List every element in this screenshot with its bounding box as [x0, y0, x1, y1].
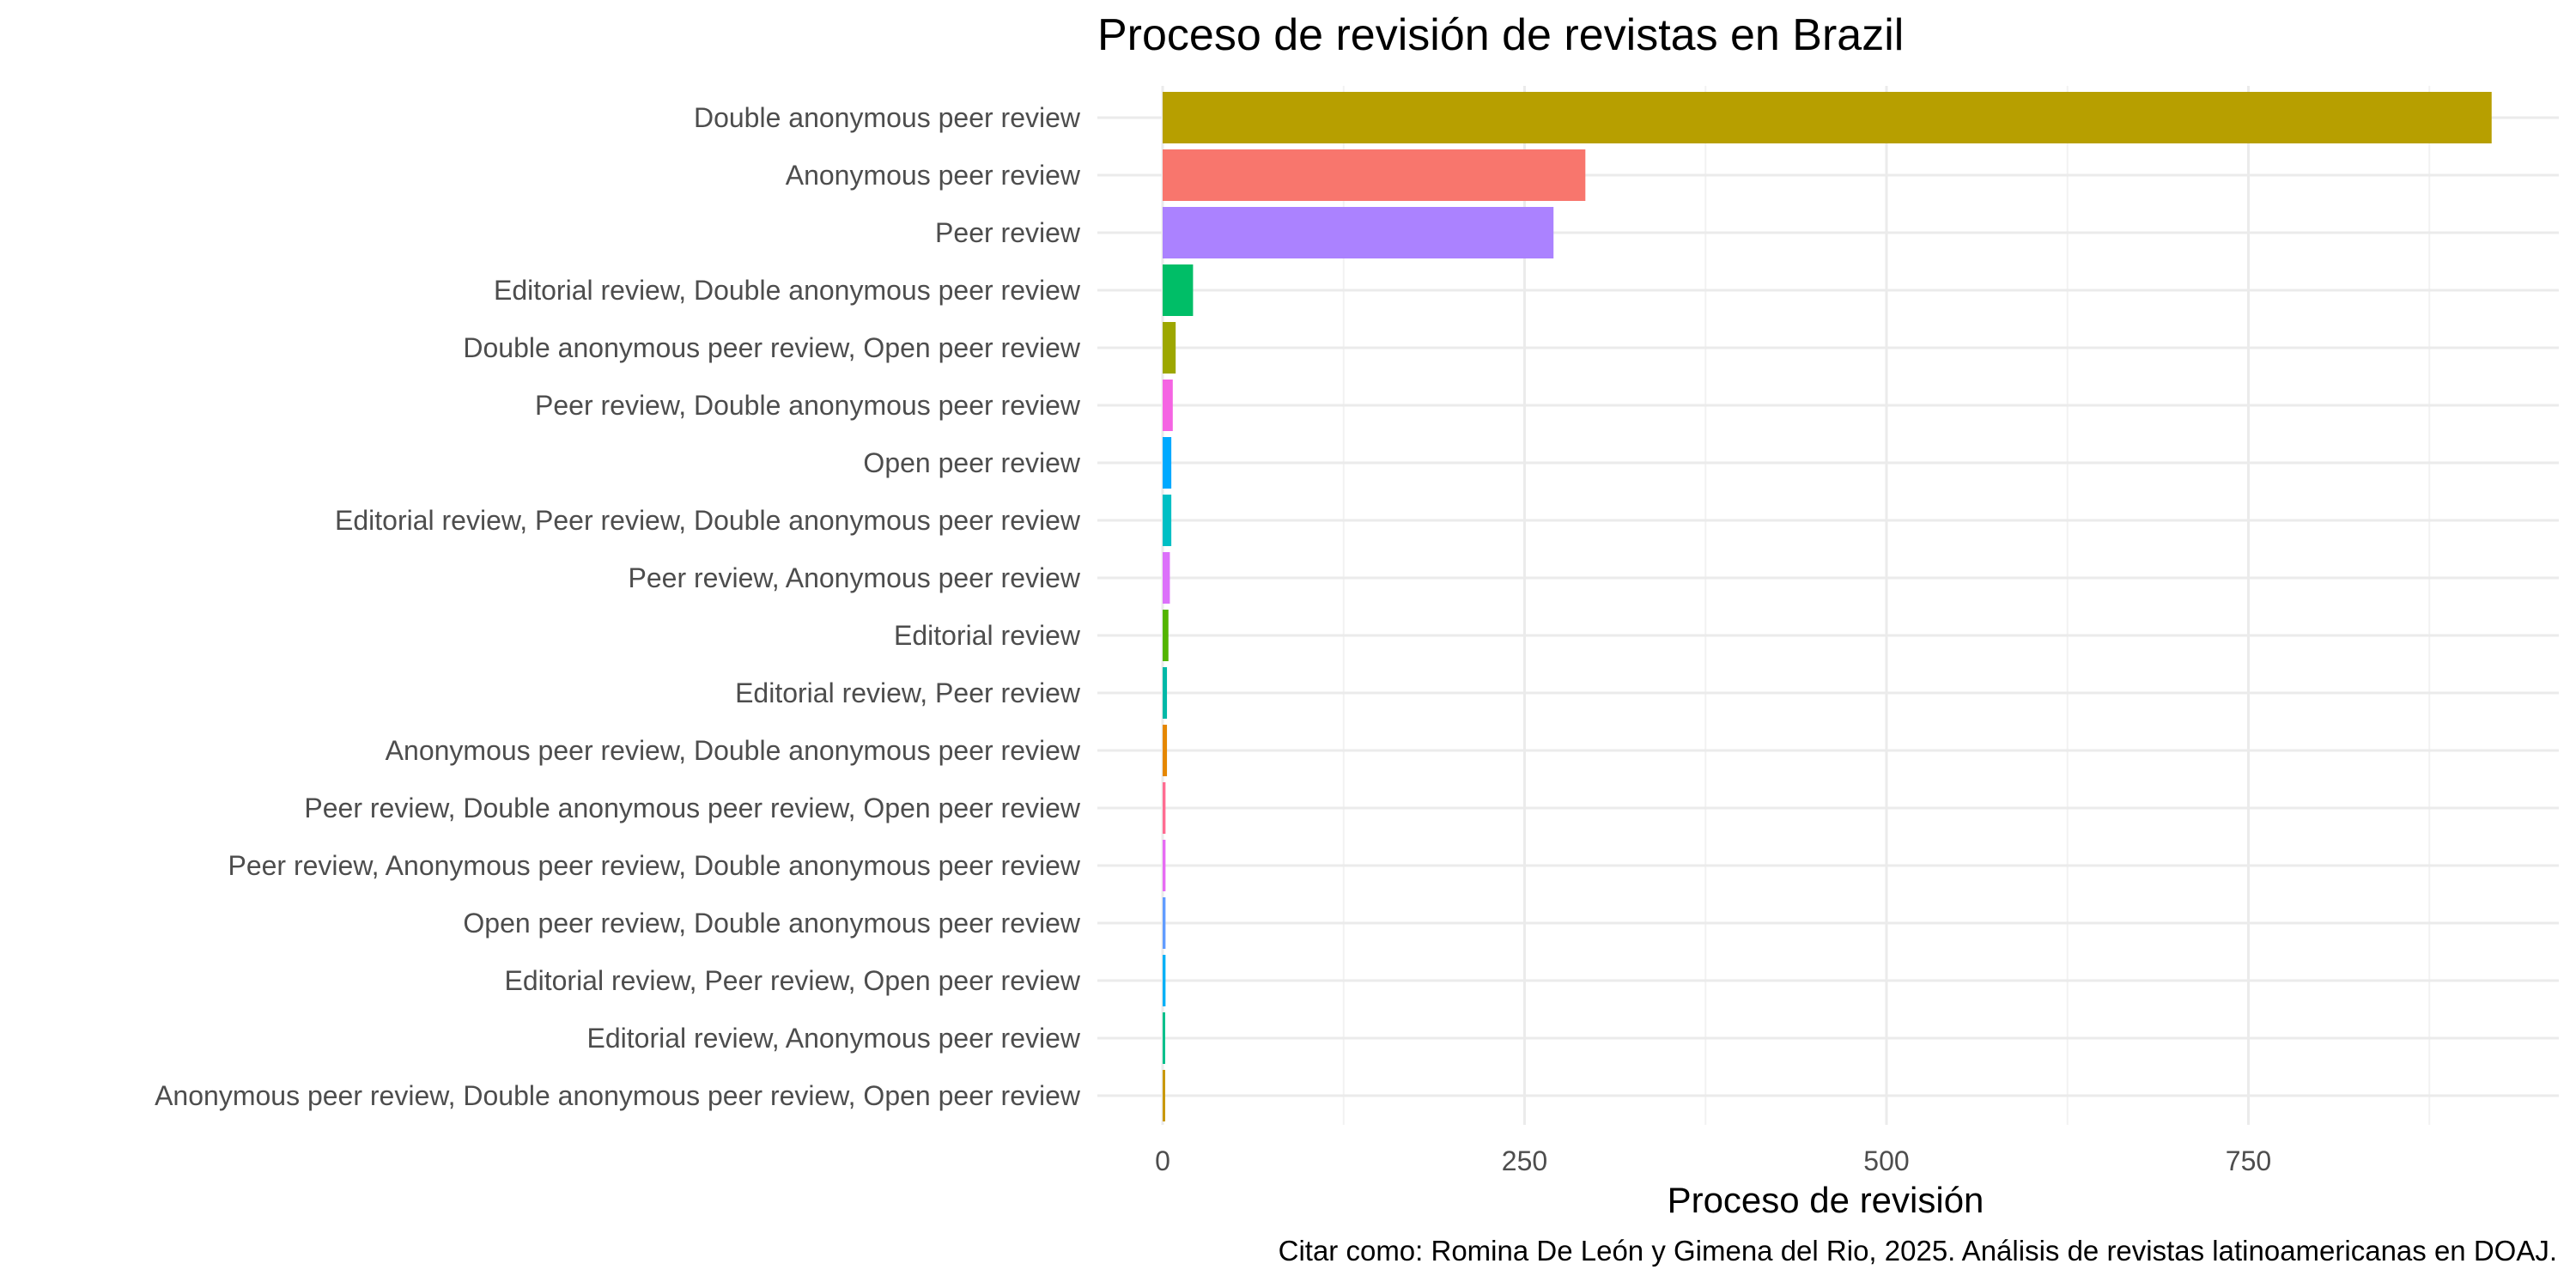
category-label: Double anonymous peer review, Open peer … — [463, 332, 1081, 363]
x-tick-label: 0 — [1155, 1145, 1170, 1176]
bar — [1163, 782, 1166, 834]
x-tick-label: 500 — [1863, 1145, 1909, 1176]
bar — [1163, 92, 2492, 143]
bar — [1163, 380, 1173, 431]
bar — [1163, 495, 1172, 546]
bar-chart: Double anonymous peer review Anonymous pe… — [155, 10, 2559, 1267]
chart-container: Double anonymous peer review Anonymous pe… — [0, 0, 2576, 1288]
chart-caption: Citar como: Romina De León y Gimena del … — [1279, 1235, 2557, 1267]
category-labels: Double anonymous peer review Anonymous pe… — [155, 102, 1081, 1111]
bar — [1163, 207, 1554, 258]
category-label: Peer review, Double anonymous peer revie… — [304, 793, 1080, 823]
category-label: Peer review, Anonymous peer review — [629, 562, 1081, 593]
category-label: Editorial review, Peer review — [735, 677, 1081, 708]
category-label: Peer review, Double anonymous peer revie… — [535, 390, 1081, 421]
bar — [1163, 725, 1168, 776]
x-tick-label: 750 — [2226, 1145, 2271, 1176]
bar — [1163, 264, 1194, 316]
x-tick-labels: 0 250 500 750 — [1155, 1145, 2271, 1176]
x-tick-label: 250 — [1502, 1145, 1547, 1176]
bar — [1163, 437, 1172, 489]
category-label: Peer review, Anonymous peer review, Doub… — [228, 850, 1080, 881]
bar — [1163, 1070, 1165, 1121]
bar — [1163, 667, 1168, 719]
bar — [1163, 610, 1169, 661]
category-label: Open peer review, Double anonymous peer … — [463, 908, 1081, 939]
category-label: Editorial review — [894, 620, 1081, 651]
category-label: Anonymous peer review, Double anonymous … — [155, 1080, 1081, 1111]
bar — [1163, 897, 1166, 949]
bar — [1163, 149, 1586, 201]
bar — [1163, 1012, 1165, 1064]
category-label: Editorial review, Peer review, Double an… — [335, 505, 1081, 536]
bar — [1163, 552, 1170, 604]
category-label: Peer review — [935, 217, 1081, 248]
category-label: Double anonymous peer review — [694, 102, 1081, 133]
x-axis-label: Proceso de revisión — [1668, 1180, 1984, 1220]
bar — [1163, 955, 1166, 1006]
category-label: Editorial review, Peer review, Open peer… — [504, 965, 1080, 996]
category-label: Editorial review, Anonymous peer review — [587, 1023, 1081, 1054]
bar — [1163, 840, 1166, 891]
category-label: Anonymous peer review, Double anonymous … — [386, 735, 1081, 766]
category-label: Editorial review, Double anonymous peer … — [494, 275, 1081, 306]
bar — [1163, 322, 1176, 374]
bars — [1163, 92, 2492, 1121]
chart-title: Proceso de revisión de revistas en Brazi… — [1097, 10, 1904, 60]
category-label: Open peer review — [863, 447, 1080, 478]
category-label: Anonymous peer review — [786, 160, 1081, 191]
